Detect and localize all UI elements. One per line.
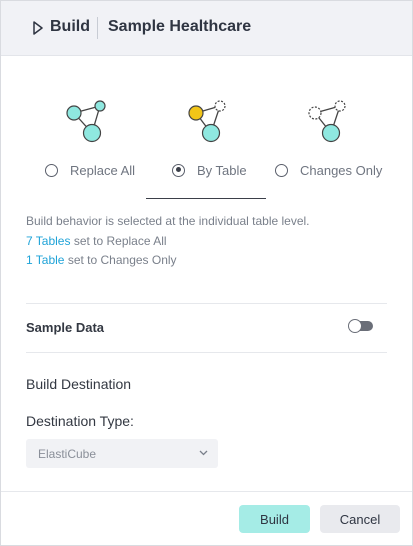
replace-all-graph-icon xyxy=(66,100,106,143)
changes-only-summary: 1 Table set to Changes Only xyxy=(26,253,177,267)
chevron-down-icon xyxy=(199,450,208,456)
dialog-header: Build Sample Healthcare xyxy=(1,1,412,56)
header-separator xyxy=(97,17,98,39)
model-name: Sample Healthcare xyxy=(108,18,252,35)
replace-all-summary-text: set to Replace All xyxy=(70,234,167,248)
cancel-button[interactable]: Cancel xyxy=(320,505,400,533)
changes-only-label: Changes Only xyxy=(300,162,383,178)
changes-only-tables-link[interactable]: 1 Table xyxy=(26,253,64,267)
build-dialog: Build Sample Healthcare Replace All By T… xyxy=(0,0,413,546)
build-destination-heading: Build Destination xyxy=(26,376,132,392)
option-by-table[interactable]: By Table xyxy=(172,159,247,181)
toggle-knob xyxy=(348,319,362,333)
play-icon xyxy=(33,21,43,35)
selected-option-underline xyxy=(146,198,266,199)
footer-divider xyxy=(1,491,412,492)
divider xyxy=(26,303,387,304)
divider xyxy=(26,352,387,353)
sample-data-toggle[interactable] xyxy=(348,319,373,333)
destination-type-select[interactable]: ElastiCube xyxy=(26,439,218,468)
replace-all-radio[interactable] xyxy=(45,163,58,177)
destination-type-value: ElastiCube xyxy=(38,447,97,461)
option-replace-all[interactable]: Replace All xyxy=(45,159,135,181)
by-table-label: By Table xyxy=(197,162,247,178)
sample-data-label: Sample Data xyxy=(26,320,105,335)
by-table-graph-icon xyxy=(188,100,226,143)
replace-all-label: Replace All xyxy=(70,162,136,178)
build-behavior-description: Build behavior is selected at the indivi… xyxy=(26,214,310,228)
option-changes-only[interactable]: Changes Only xyxy=(275,159,382,181)
replace-all-tables-link[interactable]: 7 Tables xyxy=(26,234,70,248)
changes-only-graph-icon xyxy=(308,100,346,143)
changes-only-radio[interactable] xyxy=(275,163,288,177)
build-button[interactable]: Build xyxy=(239,505,310,533)
changes-only-summary-text: set to Changes Only xyxy=(64,253,177,267)
replace-all-summary: 7 Tables set to Replace All xyxy=(26,234,167,248)
dialog-title: Build xyxy=(50,18,90,35)
by-table-radio[interactable] xyxy=(172,163,185,177)
destination-type-label: Destination Type: xyxy=(26,413,134,429)
